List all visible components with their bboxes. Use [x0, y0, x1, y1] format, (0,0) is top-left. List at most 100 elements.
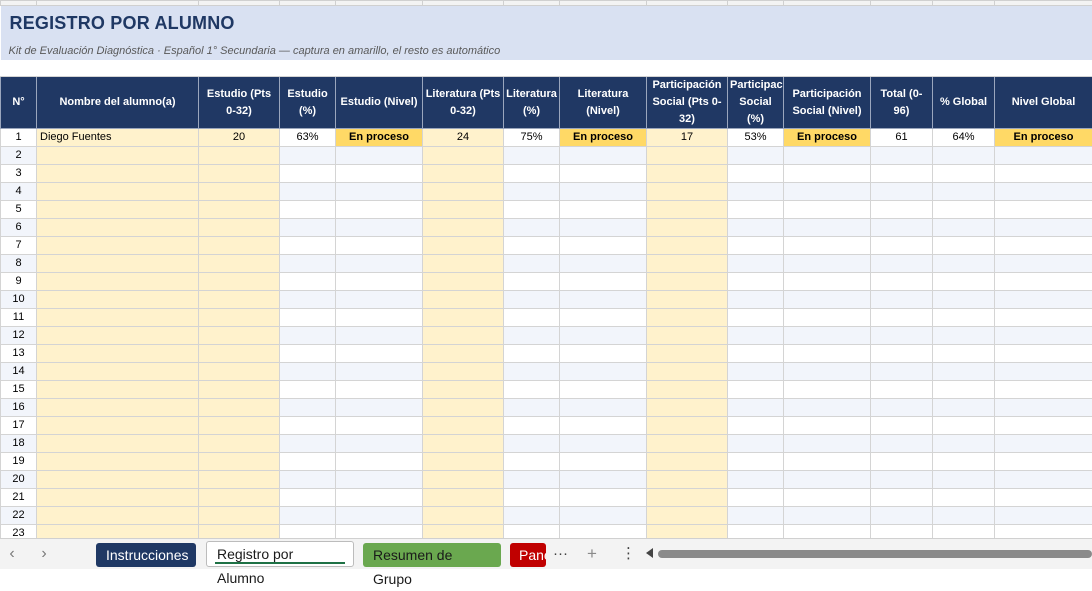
table-cell[interactable] — [504, 489, 560, 507]
table-cell[interactable] — [560, 417, 647, 435]
table-cell[interactable] — [423, 183, 504, 201]
table-cell[interactable] — [871, 219, 933, 237]
scroll-left-arrow-icon[interactable] — [646, 548, 653, 558]
table-cell[interactable] — [37, 453, 199, 471]
table-cell[interactable] — [995, 309, 1092, 327]
table-cell[interactable] — [647, 183, 728, 201]
table-cell[interactable] — [728, 309, 784, 327]
table-cell[interactable] — [871, 345, 933, 363]
table-cell[interactable] — [199, 489, 280, 507]
table-cell[interactable] — [199, 345, 280, 363]
table-cell[interactable] — [37, 165, 199, 183]
spreadsheet-grid[interactable]: REGISTRO POR ALUMNO Kit de Evaluación Di… — [0, 0, 1092, 538]
table-cell[interactable] — [871, 309, 933, 327]
table-cell[interactable] — [728, 525, 784, 539]
table-cell[interactable] — [728, 471, 784, 489]
table-cell[interactable] — [336, 183, 423, 201]
table-cell[interactable] — [784, 435, 871, 453]
table-cell[interactable] — [728, 237, 784, 255]
table-cell[interactable] — [504, 237, 560, 255]
table-cell[interactable] — [423, 291, 504, 309]
table-cell[interactable] — [560, 363, 647, 381]
table-cell[interactable] — [871, 471, 933, 489]
table-cell[interactable] — [423, 417, 504, 435]
table-cell[interactable] — [933, 525, 995, 539]
chevron-left-icon[interactable]: ‹ — [3, 544, 21, 564]
header-cell[interactable]: Participación Social (Nivel) — [784, 77, 871, 129]
table-cell[interactable] — [995, 201, 1092, 219]
table-cell[interactable] — [280, 255, 336, 273]
table-cell[interactable] — [37, 291, 199, 309]
table-cell[interactable] — [995, 237, 1092, 255]
table-cell[interactable] — [37, 345, 199, 363]
table-cell[interactable] — [647, 273, 728, 291]
table-cell[interactable] — [995, 183, 1092, 201]
row-number-cell[interactable]: 17 — [1, 417, 37, 435]
table-cell[interactable] — [871, 255, 933, 273]
table-cell[interactable] — [784, 237, 871, 255]
table-cell[interactable] — [336, 309, 423, 327]
table-cell[interactable] — [199, 435, 280, 453]
subtitle-cell[interactable]: Kit de Evaluación Diagnóstica · Español … — [1, 43, 1092, 60]
row-number-cell[interactable]: 3 — [1, 165, 37, 183]
table-cell[interactable] — [199, 381, 280, 399]
table-cell[interactable] — [280, 507, 336, 525]
table-cell[interactable] — [933, 291, 995, 309]
table-cell[interactable] — [504, 147, 560, 165]
table-cell[interactable] — [336, 165, 423, 183]
row-number-cell[interactable]: 21 — [1, 489, 37, 507]
table-cell[interactable] — [933, 219, 995, 237]
row-number-cell[interactable]: 13 — [1, 345, 37, 363]
table-cell[interactable] — [199, 255, 280, 273]
table-cell[interactable] — [423, 345, 504, 363]
table-cell[interactable] — [280, 219, 336, 237]
table-cell[interactable] — [336, 201, 423, 219]
table-cell[interactable] — [504, 417, 560, 435]
table-cell[interactable] — [728, 147, 784, 165]
table-cell[interactable] — [199, 201, 280, 219]
table-cell[interactable] — [336, 435, 423, 453]
row-number-cell[interactable]: 1 — [1, 129, 37, 147]
table-cell[interactable] — [995, 525, 1092, 539]
table-cell[interactable] — [336, 489, 423, 507]
table-cell[interactable] — [728, 219, 784, 237]
row-number-cell[interactable]: 10 — [1, 291, 37, 309]
table-cell[interactable] — [933, 381, 995, 399]
row-number-cell[interactable]: 12 — [1, 327, 37, 345]
table-cell[interactable] — [647, 363, 728, 381]
row-number-cell[interactable]: 6 — [1, 219, 37, 237]
table-cell[interactable] — [37, 309, 199, 327]
table-cell[interactable] — [933, 327, 995, 345]
table-cell[interactable] — [784, 525, 871, 539]
table-cell[interactable] — [504, 381, 560, 399]
table-cell[interactable] — [995, 363, 1092, 381]
table-cell[interactable] — [504, 165, 560, 183]
table-cell[interactable] — [647, 489, 728, 507]
add-sheet-icon[interactable]: + — [587, 543, 597, 565]
table-cell[interactable] — [647, 471, 728, 489]
table-cell[interactable] — [933, 237, 995, 255]
table-cell[interactable] — [280, 201, 336, 219]
table-cell[interactable] — [37, 435, 199, 453]
table-cell[interactable] — [995, 435, 1092, 453]
table-cell[interactable]: 17 — [647, 129, 728, 147]
table-cell[interactable] — [995, 255, 1092, 273]
table-cell[interactable] — [423, 147, 504, 165]
table-cell[interactable] — [504, 363, 560, 381]
table-cell[interactable] — [560, 201, 647, 219]
table-cell[interactable] — [199, 291, 280, 309]
table-cell[interactable] — [423, 165, 504, 183]
table-cell[interactable] — [728, 453, 784, 471]
table-cell[interactable] — [871, 453, 933, 471]
header-cell[interactable]: Participación Social (%) — [728, 77, 784, 129]
table-cell[interactable] — [560, 471, 647, 489]
table-cell[interactable]: 75% — [504, 129, 560, 147]
table-cell[interactable] — [199, 273, 280, 291]
header-cell[interactable]: N° — [1, 77, 37, 129]
spacer-cell[interactable] — [1, 60, 1092, 77]
table-cell[interactable] — [728, 183, 784, 201]
table-cell[interactable]: Diego Fuentes — [37, 129, 199, 147]
table-cell[interactable] — [504, 453, 560, 471]
row-number-cell[interactable]: 8 — [1, 255, 37, 273]
table-cell[interactable]: 20 — [199, 129, 280, 147]
